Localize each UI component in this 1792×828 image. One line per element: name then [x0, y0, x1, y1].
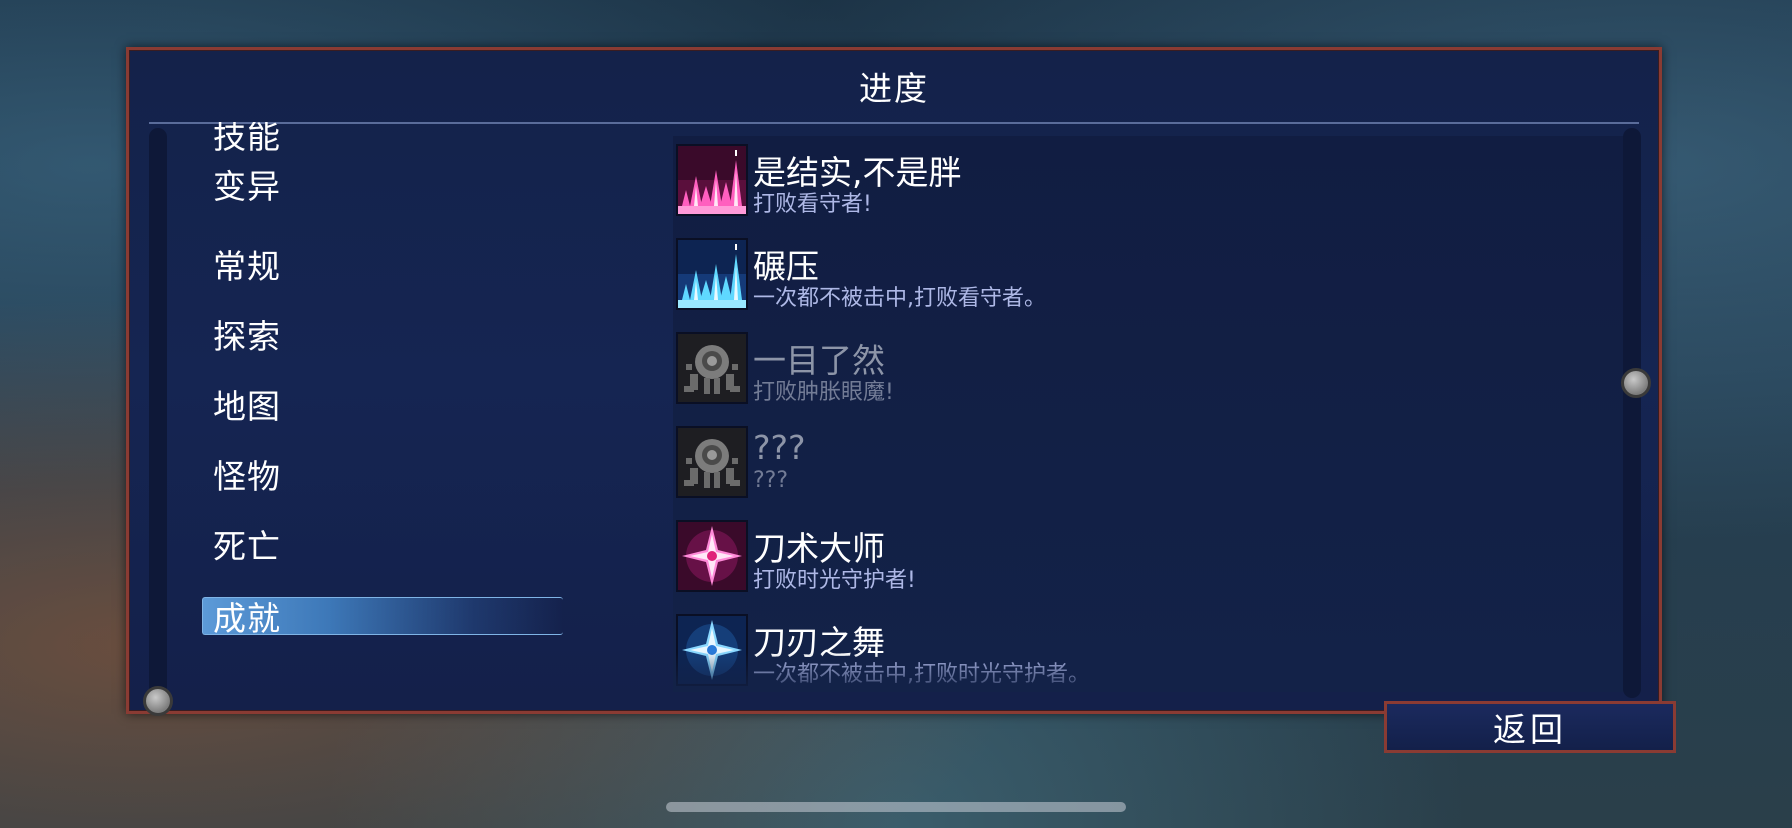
achievement-row[interactable]: 刀刃之舞 一次都不被击中,打败时光守护者。: [673, 606, 1633, 692]
category-general[interactable]: 常规: [213, 240, 281, 288]
category-mutations[interactable]: 变异: [213, 160, 281, 208]
category-achievements[interactable]: 成就: [213, 592, 281, 640]
eye-monster-icon: [676, 332, 748, 404]
eye-monster-icon: [676, 426, 748, 498]
achievement-title: ???: [753, 428, 806, 467]
category-monsters[interactable]: 怪物: [213, 450, 281, 498]
achievement-scroll-knob[interactable]: [1621, 368, 1651, 398]
achievement-row[interactable]: 刀术大师 打败时光守护者!: [673, 512, 1633, 598]
achievement-description: 一次都不被击中,打败时光守护者。: [753, 662, 1090, 687]
blue-spikes-icon: [676, 238, 748, 310]
achievement-list: 是结实,不是胖 打败看守者! 碾压 一次都不被击中,打败看守者。 一目了然 打败…: [673, 136, 1633, 692]
category-skills[interactable]: 技能: [213, 122, 281, 158]
achievement-description: 打败时光守护者!: [753, 568, 916, 593]
achievement-row[interactable]: 是结实,不是胖 打败看守者!: [673, 136, 1633, 222]
achievement-description: ???: [753, 468, 789, 493]
progress-panel: 进度 技能 变异 常规 探索 地图 怪物 死亡 成就 是结实,不是胖 打败看守者…: [126, 47, 1662, 716]
back-button[interactable]: 返回: [1384, 701, 1676, 753]
achievement-scrollbar[interactable]: [1623, 128, 1641, 698]
achievement-row[interactable]: 一目了然 打败肿胀眼魔!: [673, 324, 1633, 410]
category-exploration[interactable]: 探索: [213, 310, 281, 358]
blue-shuriken-icon: [676, 614, 748, 686]
category-deaths[interactable]: 死亡: [213, 520, 281, 568]
title-bar: 进度: [149, 50, 1639, 124]
home-indicator[interactable]: [666, 802, 1126, 812]
pink-shuriken-icon: [676, 520, 748, 592]
achievement-row[interactable]: ??? ???: [673, 418, 1633, 504]
category-list: 技能 变异 常规 探索 地图 怪物 死亡 成就: [169, 122, 673, 692]
achievement-description: 一次都不被击中,打败看守者。: [753, 286, 1046, 311]
achievement-description: 打败看守者!: [753, 192, 872, 217]
achievement-description: 打败肿胀眼魔!: [753, 380, 894, 405]
page-title: 进度: [859, 69, 929, 108]
category-map[interactable]: 地图: [213, 380, 281, 428]
achievement-row[interactable]: 碾压 一次都不被击中,打败看守者。: [673, 230, 1633, 316]
category-scrollbar[interactable]: [149, 128, 167, 698]
pink-spikes-icon: [676, 144, 748, 216]
